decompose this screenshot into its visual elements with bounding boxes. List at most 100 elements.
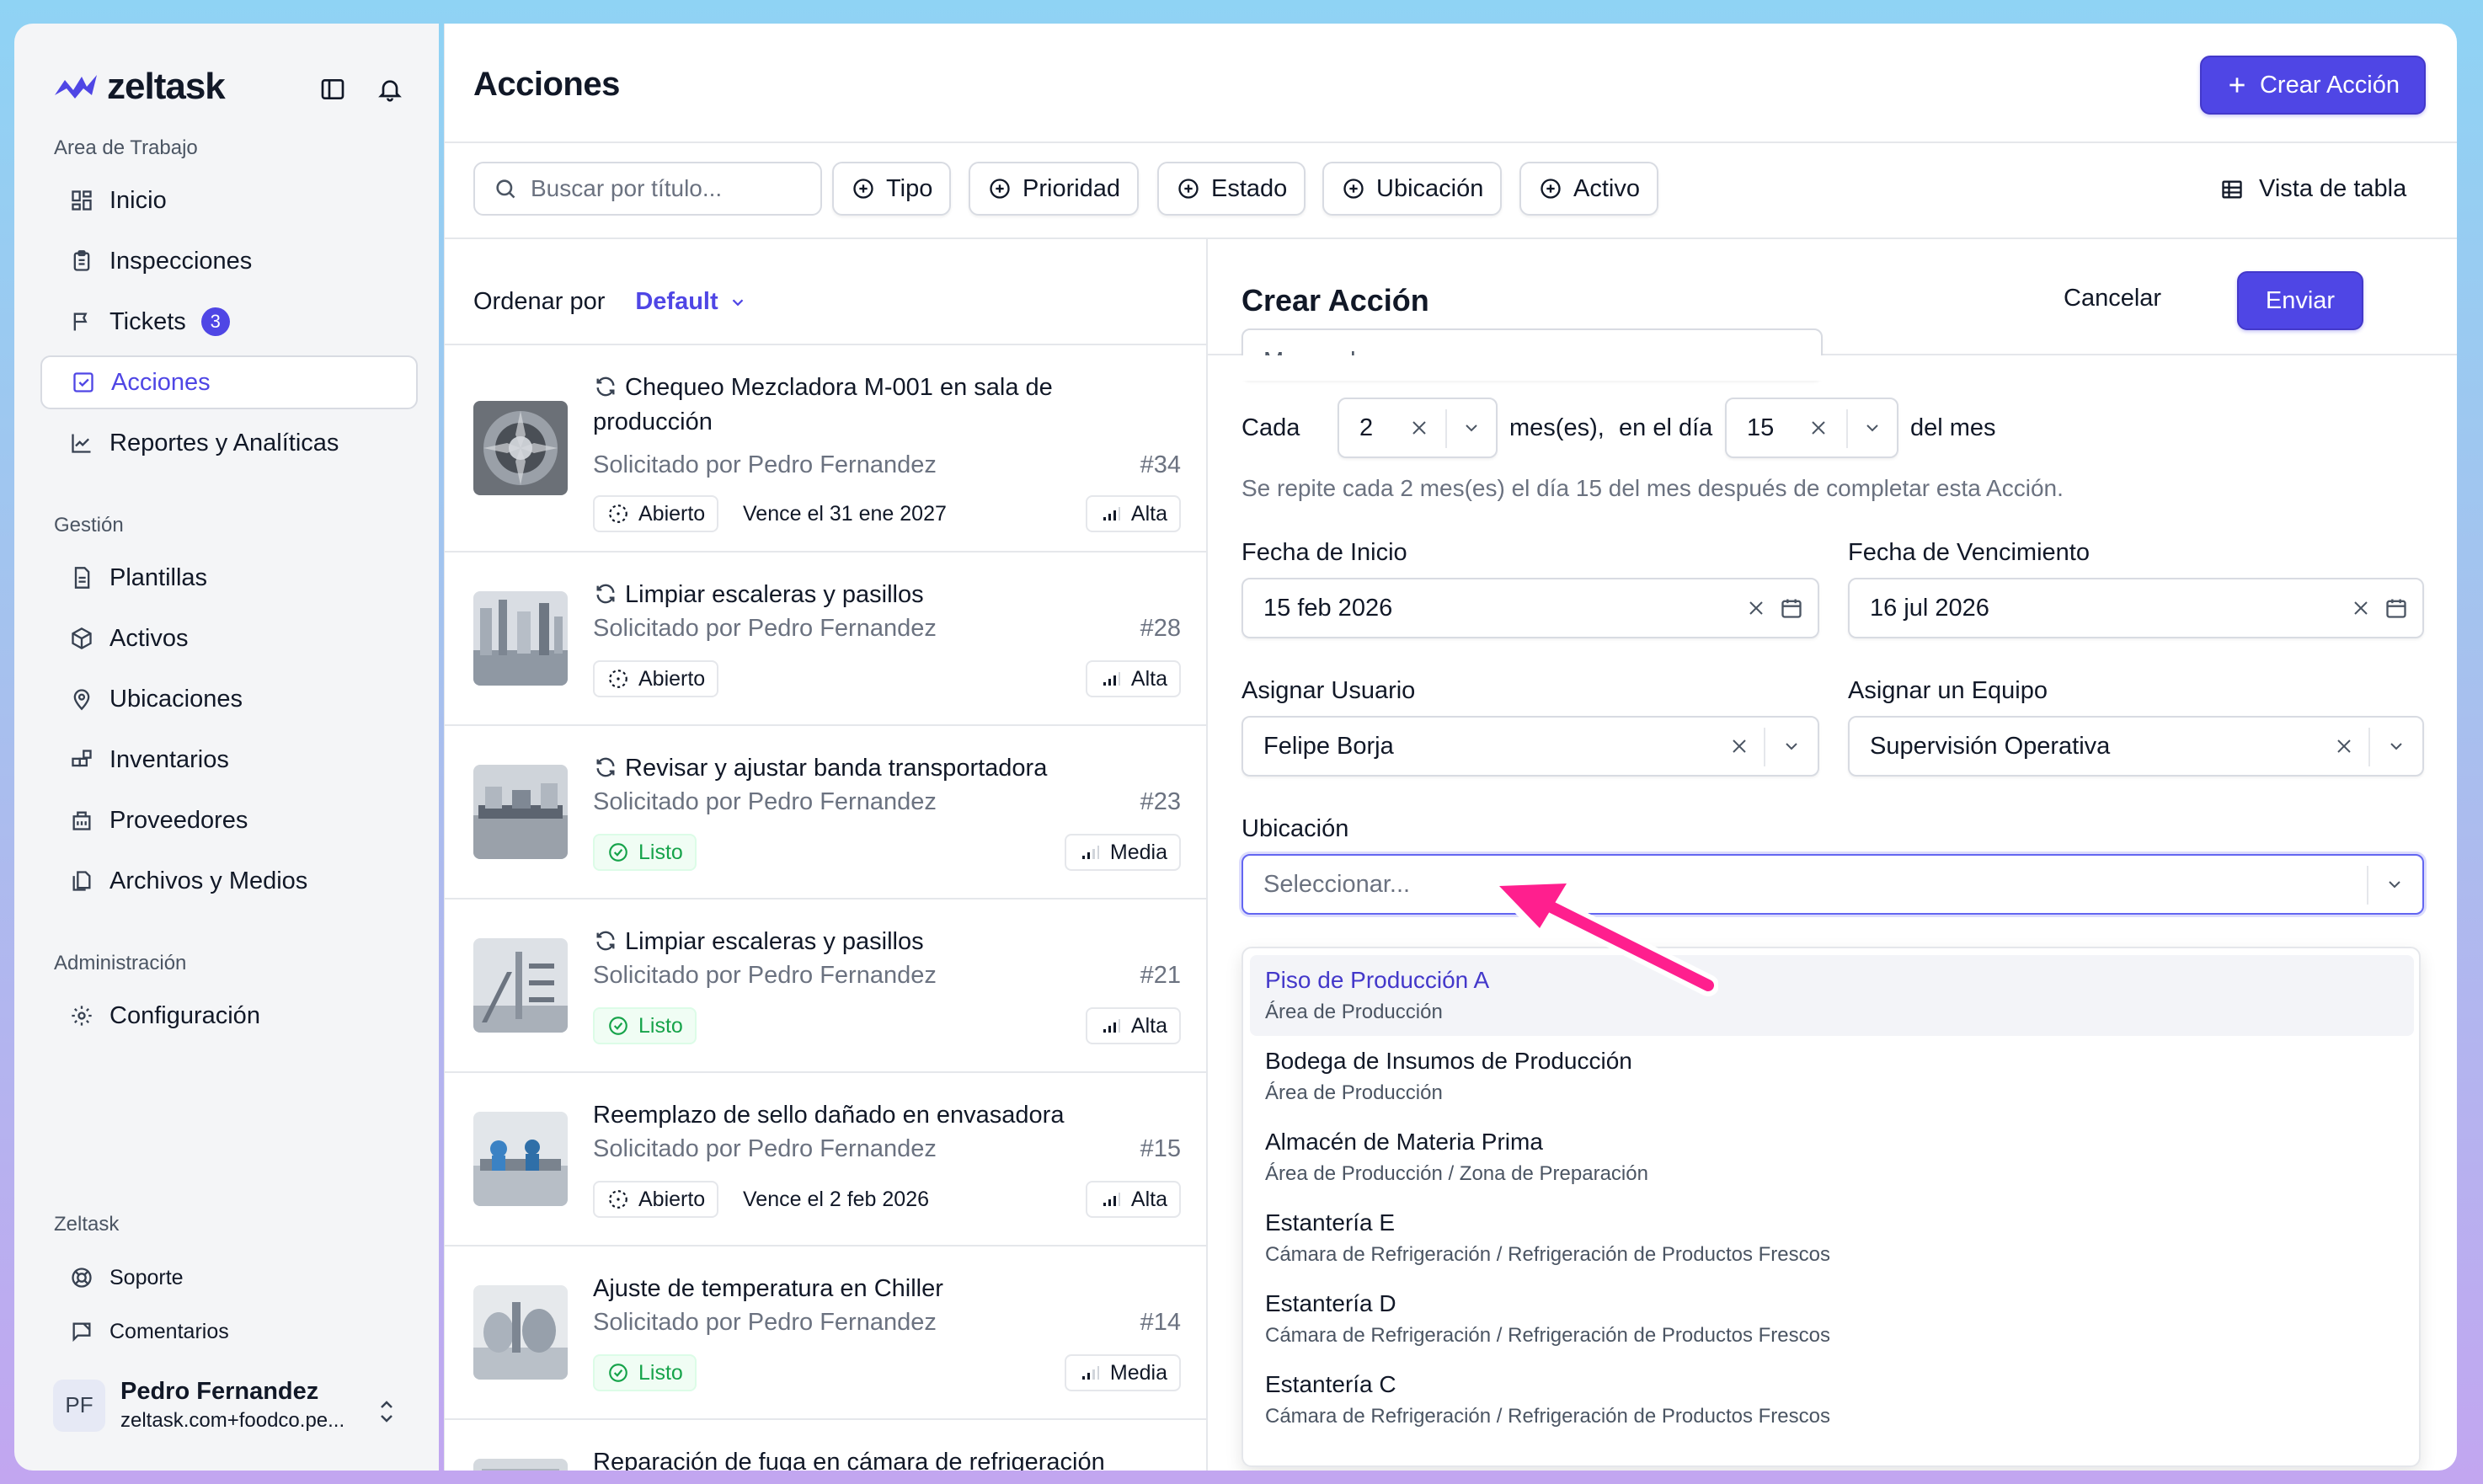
assign-team-select[interactable]: Supervisión Operativa <box>1848 716 2424 777</box>
create-action-button[interactable]: Crear Acción <box>2200 56 2426 115</box>
recurring-icon <box>593 755 618 780</box>
sidebar-item-tickets[interactable]: Tickets 3 <box>40 295 418 349</box>
sidebar-item-ubicaciones[interactable]: Ubicaciones <box>40 672 418 726</box>
user-menu[interactable]: PF Pedro Fernandez zeltask.com+foodco.pe… <box>53 1378 344 1433</box>
gear-icon <box>69 1003 94 1028</box>
sidebar-item-inspecciones[interactable]: Inspecciones <box>40 234 418 288</box>
clear-icon[interactable] <box>1408 417 1430 439</box>
status-open-icon <box>606 1188 630 1211</box>
list-item[interactable]: Revisar y ajustar banda transportadora S… <box>445 724 1206 898</box>
sidebar-item-activos[interactable]: Activos <box>40 611 418 665</box>
sidebar-item-plantillas[interactable]: Plantillas <box>40 551 418 605</box>
calendar-icon[interactable] <box>1779 595 1804 621</box>
due-date-label: Fecha de Vencimiento <box>1848 539 2090 566</box>
filter-tipo[interactable]: Tipo <box>832 162 952 216</box>
location-input[interactable] <box>1263 870 2274 899</box>
plus-circle-icon <box>851 176 876 201</box>
location-option[interactable]: Estantería E Cámara de Refrigeración / R… <box>1250 1198 2414 1278</box>
clear-icon[interactable] <box>2333 735 2355 757</box>
due-date-field[interactable]: 16 jul 2026 <box>1848 578 2424 638</box>
sidebar-item-label: Tickets <box>109 307 186 335</box>
filter-activo[interactable]: Activo <box>1519 162 1658 216</box>
list-item[interactable]: Reparación de fuga en cámara de refriger… <box>445 1418 1206 1471</box>
list-item[interactable]: Reemplazo de sello dañado en envasadora … <box>445 1071 1206 1245</box>
chevron-down-icon[interactable] <box>2385 735 2407 757</box>
chart-line-icon <box>69 430 94 456</box>
create-action-label: Crear Acción <box>2259 71 2400 99</box>
filter-estado[interactable]: Estado <box>1157 162 1306 216</box>
chevron-up-down-icon[interactable] <box>375 1395 398 1428</box>
option-path: Área de Producción / Zona de Preparación <box>1265 1162 1648 1185</box>
cancel-button[interactable]: Cancelar <box>2064 285 2161 312</box>
clear-icon[interactable] <box>1745 597 1767 619</box>
list-item[interactable]: Chequeo Mezcladora M-001 en sala de prod… <box>445 344 1206 551</box>
table-view-toggle[interactable]: Vista de tabla <box>2220 175 2406 203</box>
brand-logo[interactable]: zeltask <box>53 66 226 108</box>
card-title-text: Revisar y ajustar banda transportadora <box>625 755 1048 782</box>
calendar-icon[interactable] <box>2384 595 2409 621</box>
card-requester: Solicitado por Pedro Fernandez <box>593 788 937 815</box>
sidebar-item-reportes[interactable]: Reportes y Analíticas <box>40 416 418 470</box>
plus-icon <box>2226 74 2248 96</box>
sidebar-toggle-icon[interactable] <box>318 74 348 104</box>
sidebar-item-label: Proveedores <box>109 806 248 834</box>
clear-icon[interactable] <box>1728 735 1750 757</box>
chevron-down-icon[interactable] <box>1460 417 1482 439</box>
card-requester: Solicitado por Pedro Fernandez <box>593 1135 937 1162</box>
brand-name: zeltask <box>107 66 226 107</box>
option-name: Estantería E <box>1265 1209 1396 1236</box>
sidebar-item-inventarios[interactable]: Inventarios <box>40 733 418 787</box>
bell-icon[interactable] <box>375 74 405 104</box>
sidebar-item-inicio[interactable]: Inicio <box>40 173 418 227</box>
list-item[interactable]: Ajuste de temperatura en Chiller Solicit… <box>445 1245 1206 1418</box>
location-select[interactable] <box>1242 854 2424 915</box>
card-title: Ajuste de temperatura en Chiller <box>593 1275 943 1302</box>
thumbnail-image <box>473 591 568 686</box>
chevron-down-icon[interactable] <box>2384 873 2406 895</box>
clear-icon[interactable] <box>2350 597 2372 619</box>
sidebar: zeltask Area de Trabajo Inicio Inspeccio… <box>14 24 439 1471</box>
sort-dropdown[interactable]: Default <box>635 288 746 316</box>
clear-icon[interactable] <box>1808 417 1829 439</box>
location-option[interactable]: Estantería D Cámara de Refrigeración / R… <box>1250 1278 2414 1359</box>
submit-button[interactable]: Enviar <box>2237 271 2363 330</box>
sidebar-item-label: Inicio <box>109 186 167 214</box>
status-text: Listo <box>638 1360 683 1385</box>
day-select[interactable]: 15 <box>1725 398 1898 458</box>
chevron-down-icon[interactable] <box>1861 417 1883 439</box>
assign-user-value: Felipe Borja <box>1263 732 1394 760</box>
search-box[interactable] <box>473 162 822 216</box>
option-path: Cámara de Refrigeración / Refrigeración … <box>1265 1243 1830 1266</box>
chevron-down-icon <box>729 293 747 312</box>
card-number: #28 <box>1140 615 1181 642</box>
actions-list: Ordenar por Default Chequeo Mezcladora M… <box>445 239 1208 1471</box>
card-requester: Solicitado por Pedro Fernandez <box>593 451 937 478</box>
start-date-field[interactable]: 15 feb 2026 <box>1242 578 1819 638</box>
section-label-zeltask: Zeltask <box>54 1213 120 1236</box>
check-circle-icon <box>606 841 630 864</box>
filter-label: Activo <box>1573 174 1640 202</box>
clipboard-icon <box>69 248 94 274</box>
filter-ubicacion[interactable]: Ubicación <box>1322 162 1503 216</box>
signal-bars-icon <box>1099 1188 1123 1211</box>
sidebar-item-proveedores[interactable]: Proveedores <box>40 793 418 847</box>
list-item[interactable]: Limpiar escaleras y pasillos Solicitado … <box>445 898 1206 1071</box>
sidebar-item-acciones[interactable]: Acciones <box>40 355 418 409</box>
sidebar-item-soporte[interactable]: Soporte <box>40 1255 418 1300</box>
search-input[interactable] <box>531 175 800 202</box>
sidebar-item-archivos[interactable]: Archivos y Medios <box>40 854 418 908</box>
status-badge: Listo <box>593 834 697 871</box>
filter-prioridad[interactable]: Prioridad <box>969 162 1140 216</box>
location-option[interactable]: Almacén de Materia Prima Área de Producc… <box>1250 1117 2414 1198</box>
priority-text: Alta <box>1130 501 1167 526</box>
assign-user-select[interactable]: Felipe Borja <box>1242 716 1819 777</box>
repeat-hint: Se repite cada 2 mes(es) el día 15 del m… <box>1242 475 2064 501</box>
location-option[interactable]: Bodega de Insumos de Producción Área de … <box>1250 1036 2414 1117</box>
interval-select[interactable]: 2 <box>1338 398 1498 458</box>
location-option[interactable]: Piso de Producción A Área de Producción <box>1250 955 2414 1036</box>
sidebar-item-configuracion[interactable]: Configuración <box>40 989 418 1043</box>
list-item[interactable]: Limpiar escaleras y pasillos Solicitado … <box>445 551 1206 724</box>
sidebar-item-comentarios[interactable]: Comentarios <box>40 1309 418 1354</box>
chevron-down-icon[interactable] <box>1781 735 1802 757</box>
location-option[interactable]: Estantería C Cámara de Refrigeración / R… <box>1250 1359 2414 1440</box>
